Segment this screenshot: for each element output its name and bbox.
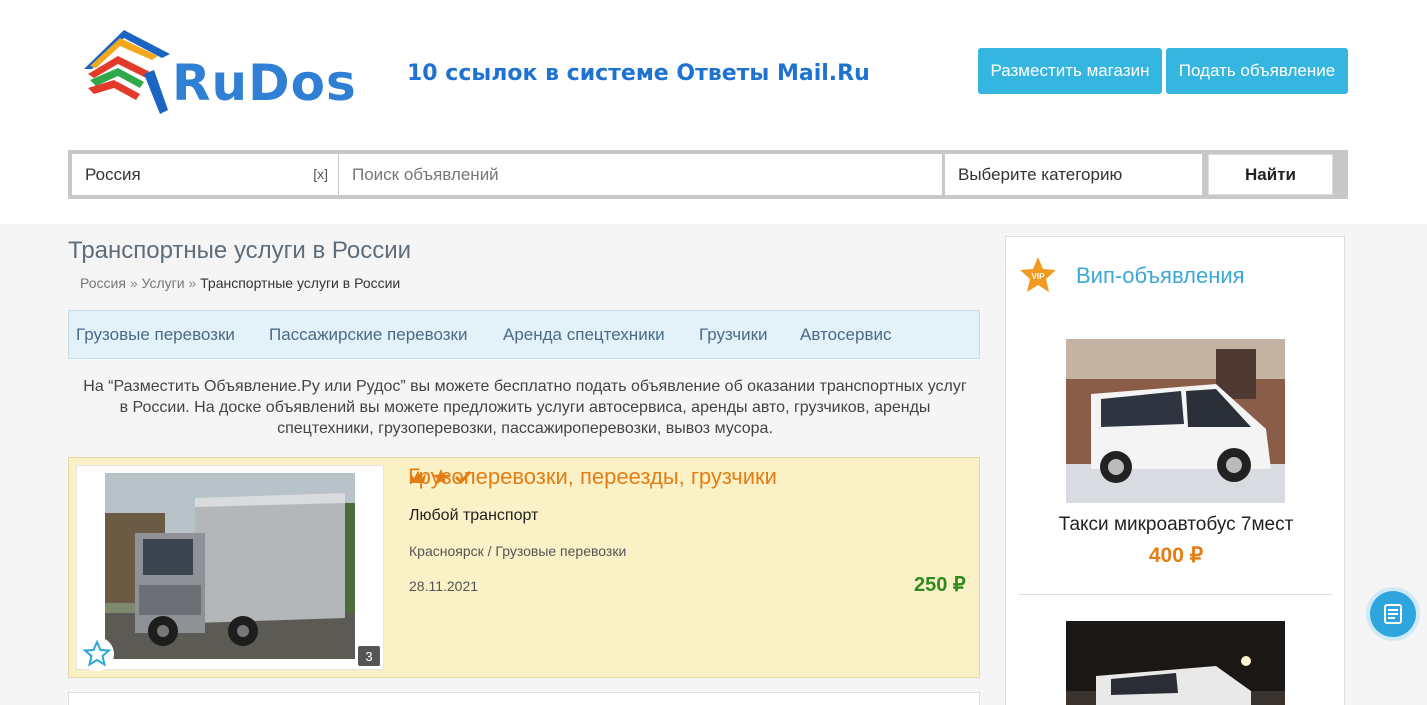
place-shop-button[interactable]: Разместить магазин — [978, 48, 1162, 94]
divider — [1019, 594, 1332, 595]
breadcrumb-current: Транспортные услуги в России — [200, 275, 401, 291]
vip-title: Вип-объявления — [1076, 263, 1245, 288]
search-input[interactable] — [339, 154, 942, 195]
logo-emblem-icon — [84, 30, 170, 114]
vip-star-icon: VIP — [1020, 257, 1056, 292]
chat-icon — [1384, 604, 1402, 624]
breadcrumb-link-russia[interactable]: Россия — [80, 275, 126, 291]
subcategory-movers[interactable]: Грузчики — [699, 311, 768, 358]
favorite-button[interactable] — [80, 637, 114, 671]
subcategory-cargo[interactable]: Грузовые перевозки — [76, 311, 235, 358]
vip-badge-text: VIP — [1032, 272, 1046, 281]
vip-item-photo[interactable] — [1066, 339, 1285, 503]
listing-subtitle: Любой транспорт — [409, 507, 539, 524]
vip-item-photo[interactable] — [1066, 621, 1285, 705]
search-button[interactable]: Найти — [1208, 154, 1333, 195]
promo-link[interactable]: 10 ссылок в системе Ответы Mail.Ru — [407, 61, 870, 86]
photo-count: 3 — [365, 649, 373, 664]
breadcrumb: Россия » Услуги » Транспортные услуги в … — [80, 275, 400, 291]
category-select[interactable]: Выберите категорию — [945, 154, 1202, 195]
region-clear-button[interactable]: [x] — [313, 154, 328, 195]
vip-sidebar: VIP Вип-объявления Такси микроавтобус 7м… — [1005, 236, 1345, 705]
breadcrumb-link-services[interactable]: Услуги — [142, 275, 185, 291]
listing-location: Красноярск / Грузовые перевозки — [409, 543, 627, 559]
subcategory-car-service[interactable]: Автосервис — [800, 311, 891, 358]
vip-item-title[interactable]: Такси микроавтобус 7мест — [1006, 514, 1346, 536]
subcategory-special-equipment[interactable]: Аренда спецтехники — [503, 311, 665, 358]
logo-text: RuDos — [172, 54, 357, 112]
star-outline-icon — [82, 639, 112, 667]
breadcrumb-separator: » — [188, 275, 197, 291]
vip-item-price: 400 ₽ — [1148, 544, 1204, 567]
intro-text: На “Разместить Объявление.Ру или Рудос” … — [83, 378, 967, 437]
site-logo[interactable]: RuDos — [84, 24, 357, 114]
search-bar: Россия [x] Выберите категорию Найти — [68, 150, 1348, 199]
region-select[interactable]: Россия [x] — [72, 154, 338, 195]
chat-widget-button[interactable] — [1370, 591, 1416, 637]
subcategory-passenger[interactable]: Пассажирские перевозки — [269, 311, 467, 358]
breadcrumb-separator: » — [129, 275, 138, 291]
listing-card[interactable] — [68, 692, 980, 705]
listing-photo[interactable] — [105, 473, 355, 659]
listing-date: 28.11.2021 — [409, 578, 479, 594]
page-title: Транспортные услуги в России — [68, 237, 412, 264]
photo-count-badge: 3 — [358, 646, 380, 666]
listing-thumbnail[interactable]: 3 — [76, 465, 384, 671]
listing-price: 250 ₽ — [914, 574, 966, 596]
listing-card[interactable]: 3 — [68, 457, 980, 678]
listing-title-link[interactable]: Грузоперевозки, переезды, грузчики — [408, 464, 777, 490]
header: RuDos 10 ссылок в системе Ответы Mail.Ru… — [0, 0, 1427, 224]
region-value: Россия — [85, 165, 141, 184]
subcategory-nav: Грузовые перевозки Пассажирские перевозк… — [68, 310, 980, 359]
post-ad-button[interactable]: Подать объявление — [1166, 48, 1348, 94]
